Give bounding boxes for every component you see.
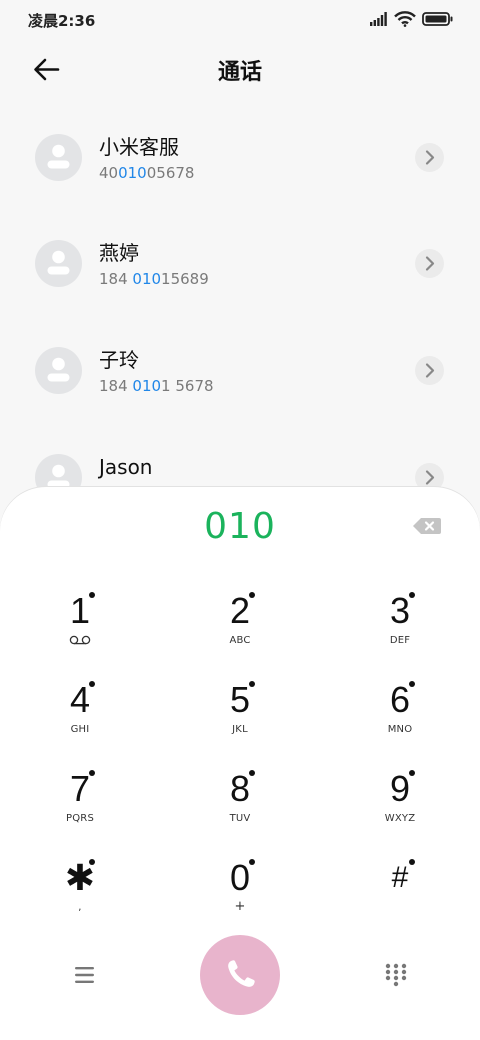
key-dot <box>249 681 255 687</box>
person-icon <box>47 250 70 275</box>
key-letters: MNO <box>387 724 413 735</box>
call-button[interactable] <box>200 935 280 1015</box>
contact-name: 子玲 <box>99 348 139 372</box>
key-digit: ✱ <box>64 857 96 898</box>
key-digit: 1 <box>69 590 91 631</box>
backspace-button[interactable] <box>412 515 442 537</box>
battery-icon <box>422 11 454 31</box>
key-digit: 6 <box>389 679 411 720</box>
person-icon <box>47 357 70 382</box>
key-digit: 0 <box>229 857 251 898</box>
key-dot <box>249 770 255 776</box>
contact-item[interactable]: 燕婷 184 01015689 <box>0 240 480 330</box>
contact-name: 燕婷 <box>99 241 139 265</box>
key-digit: # <box>391 861 409 894</box>
wifi-icon <box>394 11 416 31</box>
key-dot <box>409 859 415 865</box>
key-9[interactable]: 9 WXYZ <box>345 763 455 843</box>
dialpad-toggle-button[interactable] <box>384 963 408 987</box>
contact-number: 184 01015689 <box>99 270 209 288</box>
key-letters: JKL <box>232 724 248 735</box>
contact-number: 184 0101 5678 <box>99 377 214 395</box>
contact-detail-button[interactable] <box>415 249 444 278</box>
avatar <box>35 134 82 181</box>
key-letters: WXYZ <box>384 813 416 824</box>
key-digit: 4 <box>69 679 91 720</box>
contact-item[interactable]: 小米客服 4001005678 <box>0 134 480 224</box>
status-icons <box>370 11 454 29</box>
key-digit: 9 <box>389 768 411 809</box>
person-icon <box>47 144 70 169</box>
contact-item[interactable]: 子玲 184 0101 5678 <box>0 347 480 437</box>
avatar <box>35 347 82 394</box>
key-digit: 7 <box>69 768 91 809</box>
chevron-right-icon <box>425 150 435 165</box>
key-digit: 8 <box>229 768 251 809</box>
key-dot <box>249 859 255 865</box>
key-dot <box>89 592 95 598</box>
key-letters: DEF <box>389 635 411 646</box>
key-dot <box>89 681 95 687</box>
key-letters: GHI <box>70 724 90 735</box>
menu-icon <box>75 967 94 983</box>
key-8[interactable]: 8 TUV <box>185 763 295 843</box>
key-dot <box>409 770 415 776</box>
key-5[interactable]: 5 JKL <box>185 674 295 754</box>
key-letters: TUV <box>229 813 251 824</box>
status-time: 凌晨2:36 <box>28 12 96 30</box>
voicemail-icon <box>25 635 135 648</box>
avatar <box>35 240 82 287</box>
key-dot <box>89 859 95 865</box>
key-letters: , <box>78 902 82 913</box>
key-hash[interactable]: # <box>345 852 455 932</box>
key-dot <box>89 770 95 776</box>
menu-button[interactable] <box>72 963 98 987</box>
phone-icon <box>228 960 255 987</box>
chevron-right-icon <box>425 363 435 378</box>
contact-detail-button[interactable] <box>415 143 444 172</box>
key-digit: 3 <box>389 590 411 631</box>
contact-name: 小米客服 <box>99 135 179 159</box>
key-dot <box>409 592 415 598</box>
key-2[interactable]: 2 ABC <box>185 585 295 665</box>
key-star[interactable]: ✱ , <box>25 852 135 932</box>
key-digit: 2 <box>229 590 251 631</box>
chevron-right-icon <box>425 256 435 271</box>
key-6[interactable]: 6 MNO <box>345 674 455 754</box>
key-letters: PQRS <box>66 813 94 824</box>
signal-icon <box>370 11 388 31</box>
backspace-icon <box>413 518 441 534</box>
key-3[interactable]: 3 DEF <box>345 585 455 665</box>
dialpad-icon <box>385 963 407 987</box>
contact-detail-button[interactable] <box>415 356 444 385</box>
key-letters: ABC <box>229 635 251 646</box>
key-letters: + <box>234 899 246 914</box>
key-0[interactable]: 0 + <box>185 852 295 932</box>
key-7[interactable]: 7 PQRS <box>25 763 135 843</box>
key-4[interactable]: 4 GHI <box>25 674 135 754</box>
key-dot <box>409 681 415 687</box>
key-dot <box>249 592 255 598</box>
key-1[interactable]: 1 <box>25 585 135 665</box>
phone-screen: 凌晨2:36 通话 小米客服 4001005678 燕婷 184 0101568… <box>0 0 480 1040</box>
bottom-action-bar <box>0 935 480 1015</box>
contact-name: Jason <box>99 455 153 479</box>
page-title: 通话 <box>217 60 262 85</box>
contact-number: 4001005678 <box>99 164 195 182</box>
status-bar: 凌晨2:36 <box>0 0 480 40</box>
key-digit: 5 <box>229 679 251 720</box>
dialed-number: 010 <box>204 506 276 547</box>
